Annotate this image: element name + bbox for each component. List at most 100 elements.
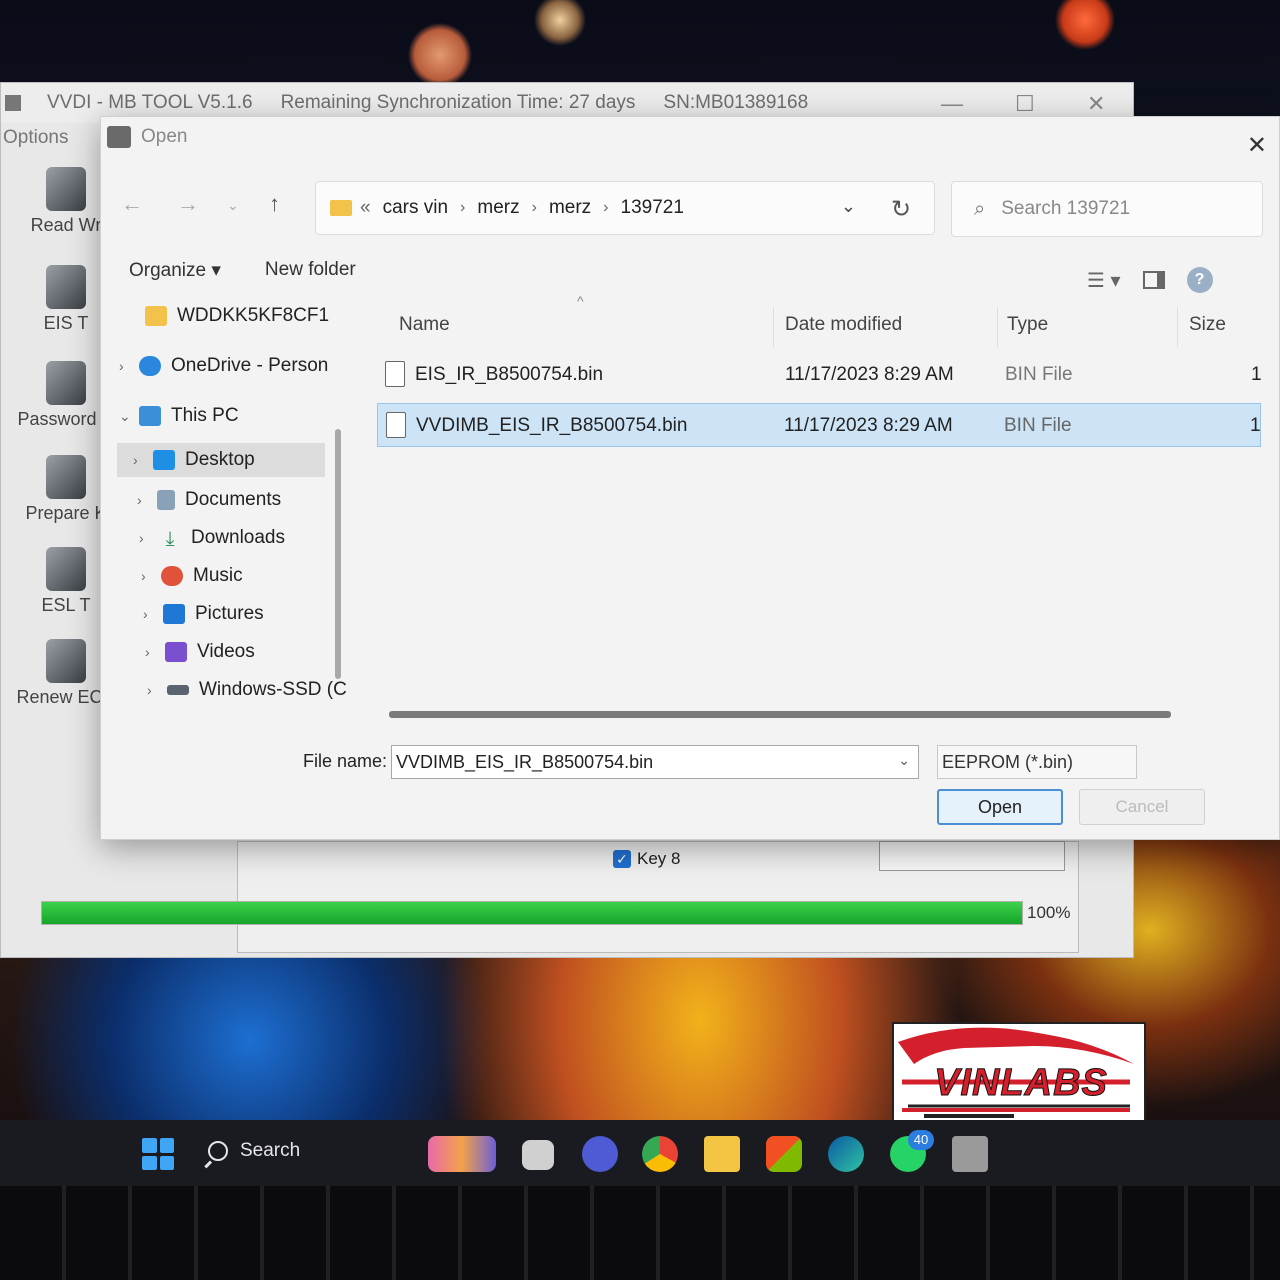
logo-text: VINLABS [934, 1062, 1108, 1105]
column-type[interactable]: Type [1007, 303, 1048, 347]
file-size: 1 [1250, 415, 1261, 436]
menu-options[interactable]: Options [3, 127, 68, 149]
preview-pane-icon[interactable] [1142, 271, 1165, 289]
nav-item-music[interactable]: › Music [141, 559, 243, 593]
file-type-filter[interactable]: EEPROM (*.bin) [937, 745, 1137, 779]
nav-item-this-pc[interactable]: ⌄ This PC [119, 399, 239, 433]
maximize-icon[interactable]: ☐ [1015, 91, 1035, 117]
organize-button[interactable]: Organize ▾ [129, 259, 221, 282]
teams-icon[interactable] [582, 1136, 618, 1172]
taskbar-search[interactable]: Search [208, 1140, 300, 1162]
file-row-selected[interactable]: VVDIMB_EIS_IR_B8500754.bin 11/17/2023 8:… [377, 403, 1261, 447]
chevron-right-icon[interactable]: › [143, 606, 163, 622]
breadcrumb-merz-1[interactable]: merz [477, 197, 519, 219]
back-arrow-icon[interactable]: ← [121, 191, 143, 217]
chevron-right-icon[interactable]: › [119, 358, 139, 374]
nav-label: Downloads [191, 527, 285, 548]
key8-label: Key 8 [637, 849, 681, 868]
nav-label: WDDKK5KF8CF1 [177, 305, 330, 326]
column-divider[interactable] [773, 307, 774, 347]
start-button-icon[interactable] [142, 1138, 174, 1170]
chevron-right-icon[interactable]: › [603, 199, 608, 217]
column-label: Type [1007, 314, 1049, 335]
column-size[interactable]: Size [1189, 303, 1226, 347]
new-folder-button[interactable]: New folder [265, 259, 356, 282]
refresh-icon[interactable]: ↻ [891, 195, 911, 224]
chevron-down-icon[interactable]: ⌄ [841, 196, 856, 217]
laptop-keyboard [0, 1186, 1280, 1280]
search-icon: ⌕ [974, 197, 986, 220]
prepare-key-icon [46, 455, 86, 499]
up-arrow-icon[interactable]: ↑ [269, 191, 280, 217]
this-pc-icon [139, 406, 161, 426]
key-field[interactable] [879, 841, 1065, 871]
cancel-button[interactable]: Cancel [1079, 789, 1205, 825]
sync-time: Remaining Synchronization Time: 27 days [280, 92, 636, 113]
column-name[interactable]: Name [399, 303, 450, 347]
file-icon [386, 412, 406, 438]
breadcrumb-merz-2[interactable]: merz [549, 197, 591, 219]
vvdi-app-icon [5, 95, 21, 111]
address-bar[interactable]: « cars vin › merz › merz › 139721 ⌄ [315, 181, 935, 235]
file-date: 11/17/2023 8:29 AM [784, 415, 953, 436]
nav-item-videos[interactable]: › Videos [145, 635, 255, 669]
progress-text: 100% [1027, 903, 1071, 922]
taskbar: Search [0, 1120, 1280, 1186]
open-file-dialog: Open ✕ ← → ⌄ ↑ « cars vin › merz › merz … [100, 116, 1280, 840]
chrome-icon[interactable] [642, 1136, 678, 1172]
vvdi-mb-icon[interactable] [952, 1136, 988, 1172]
minimize-icon[interactable]: — [941, 91, 963, 117]
column-divider[interactable] [1177, 307, 1178, 347]
nav-scrollbar[interactable] [335, 429, 341, 679]
file-list-scrollbar[interactable] [389, 711, 1171, 718]
column-date-modified[interactable]: Date modified [785, 303, 902, 347]
file-row[interactable]: EIS_IR_B8500754.bin 11/17/2023 8:29 AM B… [377, 353, 1262, 397]
chevron-right-icon[interactable]: › [460, 199, 465, 217]
read-write-icon [46, 167, 86, 211]
nav-item-onedrive[interactable]: › OneDrive - Person [119, 349, 328, 383]
widgets-icon[interactable] [428, 1136, 496, 1172]
chevron-right-icon[interactable]: › [133, 452, 153, 468]
search-input[interactable]: ⌕ Search 139721 [951, 181, 1263, 237]
chevron-right-icon[interactable]: › [532, 199, 537, 217]
chevron-right-icon[interactable]: › [137, 492, 157, 508]
music-icon [161, 566, 183, 586]
drive-icon [167, 685, 189, 695]
open-button[interactable]: Open [937, 789, 1063, 825]
nav-label: This PC [171, 405, 239, 426]
recent-dropdown-icon[interactable]: ⌄ [227, 197, 239, 214]
file-explorer-icon[interactable] [704, 1136, 740, 1172]
edge-icon[interactable] [828, 1136, 864, 1172]
whatsapp-badge: 40 [908, 1130, 934, 1150]
pictures-icon [163, 604, 185, 624]
nav-item-pictures[interactable]: › Pictures [143, 597, 264, 631]
nav-item-windows-ssd[interactable]: › Windows-SSD (C [147, 673, 347, 707]
close-icon[interactable]: ✕ [1087, 91, 1105, 117]
folder-icon [330, 200, 352, 216]
column-divider[interactable] [997, 307, 998, 347]
nav-item-documents[interactable]: › Documents [137, 483, 281, 517]
nav-item-wddkk5kf8cf1[interactable]: WDDKK5KF8CF1 [145, 299, 329, 333]
store-icon[interactable] [766, 1136, 802, 1172]
breadcrumb-cars-vin[interactable]: cars vin [383, 197, 448, 219]
key8-checkbox[interactable]: ✓ Key 8 [613, 849, 680, 869]
chevron-right-icon[interactable]: › [147, 682, 167, 698]
chevron-right-icon[interactable]: › [139, 530, 159, 546]
nav-item-downloads[interactable]: › ⤓ Downloads [139, 521, 285, 555]
nav-item-desktop[interactable]: › Desktop [117, 443, 325, 477]
chevron-down-icon[interactable]: ⌄ [119, 408, 139, 425]
forward-arrow-icon[interactable]: → [177, 191, 199, 217]
file-name-label: File name: [303, 751, 388, 771]
help-icon[interactable]: ? [1186, 267, 1213, 293]
breadcrumb-overflow[interactable]: « [360, 197, 371, 219]
file-name-input[interactable]: VVDIMB_EIS_IR_B8500754.bin ⌄ [391, 745, 919, 779]
breadcrumb-139721[interactable]: 139721 [621, 197, 684, 219]
chevron-right-icon[interactable]: › [141, 568, 161, 584]
file-type: BIN File [1005, 364, 1073, 385]
dialog-close-icon[interactable]: ✕ [1247, 131, 1267, 160]
chevron-right-icon[interactable]: › [145, 644, 165, 660]
view-options-icon[interactable]: ☰ ▾ [1087, 268, 1121, 293]
chevron-down-icon[interactable]: ⌄ [898, 752, 910, 769]
dialog-title: Open [141, 126, 188, 147]
task-view-icon[interactable] [522, 1140, 554, 1170]
